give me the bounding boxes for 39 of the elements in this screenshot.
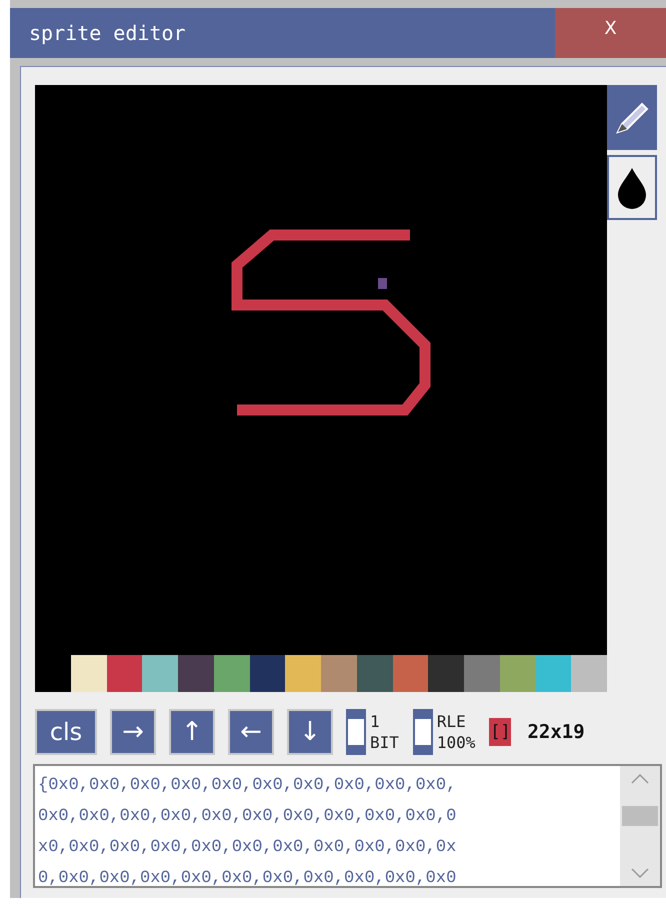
close-button[interactable]: X <box>555 8 666 58</box>
scroll-down-icon[interactable] <box>631 868 649 878</box>
shift-button[interactable]: ← <box>228 709 274 755</box>
palette-swatch[interactable] <box>142 655 178 692</box>
palette-swatch[interactable] <box>70 655 106 692</box>
window-title: sprite editor <box>28 21 187 45</box>
checkbox-label: 1 <box>370 711 381 732</box>
checkbox-label: BIT <box>370 732 399 753</box>
palette-swatch[interactable] <box>500 655 536 692</box>
palette-swatch[interactable] <box>536 655 572 692</box>
code-output-field[interactable]: {0x0,0x0,0x0,0x0,0x0,0x0,0x0,0x0,0x0,0x0, 0x0,0x0,0x0,0x0,0x0,0x0,0x0,0x0,0x0,0x0,0 x0,0x0,0x0,0x0,0x0,0x0,0x0,0x0,0x0,0x0,0x 0,0x0,0x0,0x0,0x0,0x0,0x0,0x0,0x0,0x0,0x0 <box>33 764 662 888</box>
palette-swatch[interactable] <box>571 655 607 692</box>
palette-swatch[interactable] <box>250 655 286 692</box>
scroll-up-icon[interactable] <box>631 774 649 784</box>
scrollbar[interactable] <box>620 766 660 886</box>
palette-swatch[interactable] <box>106 655 142 692</box>
scroll-thumb[interactable] <box>622 806 658 826</box>
shift-button[interactable]: ↓ <box>287 709 333 755</box>
fill-tool-button[interactable] <box>607 155 657 220</box>
pencil-tool-button[interactable] <box>607 85 657 150</box>
clear-button[interactable]: cls <box>35 709 97 755</box>
palette-swatch[interactable] <box>392 655 428 692</box>
checkbox-label: 100% <box>436 732 476 753</box>
shift-button[interactable]: ↑ <box>169 709 215 755</box>
palette-swatch[interactable] <box>321 655 357 692</box>
palette-swatch[interactable] <box>178 655 214 692</box>
palette-swatch[interactable] <box>464 655 500 692</box>
current-color-indicator: [] <box>489 718 512 746</box>
drop-icon <box>615 166 649 210</box>
palette-swatch[interactable] <box>214 655 250 692</box>
shift-button[interactable]: → <box>110 709 156 755</box>
palette-swatch[interactable] <box>285 655 321 692</box>
checkbox[interactable] <box>412 709 433 755</box>
palette-swatch[interactable] <box>356 655 392 692</box>
checkbox[interactable] <box>346 709 366 755</box>
sprite-size: 22x19 <box>527 721 585 743</box>
checkbox-label: RLE <box>436 711 467 732</box>
sprite-canvas[interactable] <box>35 85 607 692</box>
palette-swatch[interactable] <box>428 655 464 692</box>
